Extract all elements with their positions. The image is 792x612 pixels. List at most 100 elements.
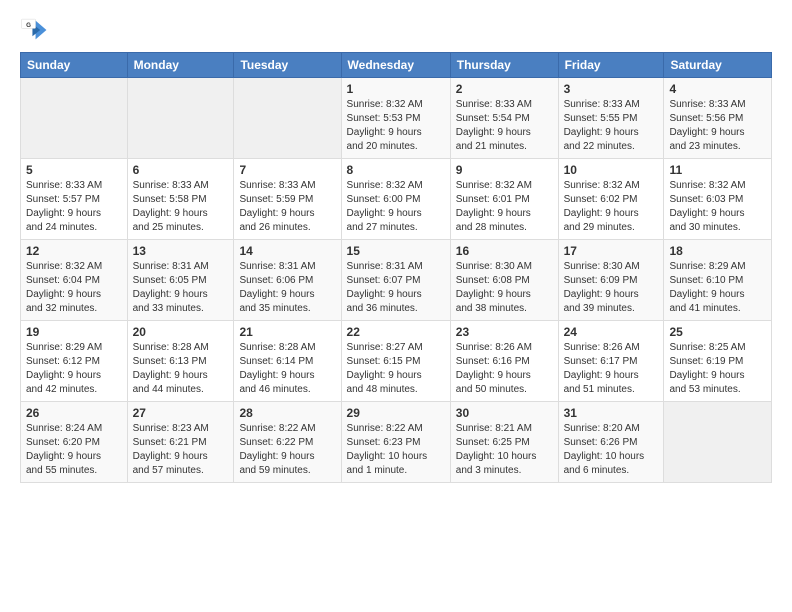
day-number: 21 bbox=[239, 325, 335, 339]
calendar-cell: 14Sunrise: 8:31 AM Sunset: 6:06 PM Dayli… bbox=[234, 240, 341, 321]
day-info: Sunrise: 8:26 AM Sunset: 6:17 PM Dayligh… bbox=[564, 341, 659, 397]
day-number: 27 bbox=[133, 406, 229, 420]
day-number: 5 bbox=[26, 163, 122, 177]
calendar-cell: 11 Sunrise: 8:32 AM Sunset: 6:03 PM Dayli… bbox=[664, 159, 772, 240]
calendar-cell bbox=[21, 78, 128, 159]
day-info: Sunrise: 8:23 AM Sunset: 6:21 PM Dayligh… bbox=[133, 422, 229, 478]
calendar-cell: 15 Sunrise: 8:31 AM Sunset: 6:07 PM Dayli… bbox=[341, 240, 450, 321]
calendar-week-row: 26 Sunrise: 8:24 AM Sunset: 6:20 PM Dayli… bbox=[21, 402, 772, 483]
weekday-header-monday: Monday bbox=[127, 53, 234, 78]
calendar-cell bbox=[234, 78, 341, 159]
weekday-header-tuesday: Tuesday bbox=[234, 53, 341, 78]
calendar-cell: 5 Sunrise: 8:33 AM Sunset: 5:57 PM Daylig… bbox=[21, 159, 128, 240]
day-number: 12 bbox=[26, 244, 122, 258]
calendar-cell: 29 Sunrise: 8:22 AM Sunset: 6:23 PM Dayli… bbox=[341, 402, 450, 483]
weekday-header-sunday: Sunday bbox=[21, 53, 128, 78]
day-info: Sunrise: 8:29 AM Sunset: 6:10 PM Dayligh… bbox=[669, 260, 766, 316]
day-info: Sunrise: 8:33 AM Sunset: 5:57 PM Dayligh… bbox=[26, 179, 122, 235]
day-number: 8 bbox=[347, 163, 445, 177]
day-info: Sunrise: 8:20 AM Sunset: 6:26 PM Dayligh… bbox=[564, 422, 659, 478]
calendar-cell: 1 Sunrise: 8:32 AM Sunset: 5:53 PM Daylig… bbox=[341, 78, 450, 159]
day-info: Sunrise: 8:22 AM Sunset: 6:23 PM Dayligh… bbox=[347, 422, 445, 478]
calendar-cell: 31 Sunrise: 8:20 AM Sunset: 6:26 PM Dayli… bbox=[558, 402, 664, 483]
calendar-cell: 24 Sunrise: 8:26 AM Sunset: 6:17 PM Dayli… bbox=[558, 321, 664, 402]
weekday-header-wednesday: Wednesday bbox=[341, 53, 450, 78]
day-number: 14 bbox=[239, 244, 335, 258]
weekday-header-row: SundayMondayTuesdayWednesdayThursdayFrid… bbox=[21, 53, 772, 78]
day-number: 15 bbox=[347, 244, 445, 258]
day-info: Sunrise: 8:28 AM Sunset: 6:14 PM Dayligh… bbox=[239, 341, 335, 397]
day-number: 28 bbox=[239, 406, 335, 420]
calendar-cell: 8 Sunrise: 8:32 AM Sunset: 6:00 PM Daylig… bbox=[341, 159, 450, 240]
day-info: Sunrise: 8:31 AM Sunset: 6:05 PM Dayligh… bbox=[133, 260, 229, 316]
day-number: 31 bbox=[564, 406, 659, 420]
calendar-week-row: 19 Sunrise: 8:29 AM Sunset: 6:12 PM Dayli… bbox=[21, 321, 772, 402]
calendar-cell: 23 Sunrise: 8:26 AM Sunset: 6:16 PM Dayli… bbox=[450, 321, 558, 402]
calendar-table: SundayMondayTuesdayWednesdayThursdayFrid… bbox=[20, 52, 772, 483]
calendar-cell: 20Sunrise: 8:28 AM Sunset: 6:13 PM Dayli… bbox=[127, 321, 234, 402]
day-number: 6 bbox=[133, 163, 229, 177]
day-info: Sunrise: 8:27 AM Sunset: 6:15 PM Dayligh… bbox=[347, 341, 445, 397]
day-info: Sunrise: 8:33 AM Sunset: 5:58 PM Dayligh… bbox=[133, 179, 229, 235]
page: G SundayMondayTuesdayWednesdayThursdayFr… bbox=[0, 0, 792, 612]
day-info: Sunrise: 8:29 AM Sunset: 6:12 PM Dayligh… bbox=[26, 341, 122, 397]
calendar-cell bbox=[127, 78, 234, 159]
calendar-cell: 27 Sunrise: 8:23 AM Sunset: 6:21 PM Dayli… bbox=[127, 402, 234, 483]
day-info: Sunrise: 8:33 AM Sunset: 5:59 PM Dayligh… bbox=[239, 179, 335, 235]
svg-text:G: G bbox=[26, 22, 31, 29]
calendar-cell: 30Sunrise: 8:21 AM Sunset: 6:25 PM Dayli… bbox=[450, 402, 558, 483]
day-info: Sunrise: 8:31 AM Sunset: 6:07 PM Dayligh… bbox=[347, 260, 445, 316]
day-info: Sunrise: 8:32 AM Sunset: 5:53 PM Dayligh… bbox=[347, 98, 445, 154]
calendar-cell: 10Sunrise: 8:32 AM Sunset: 6:02 PM Dayli… bbox=[558, 159, 664, 240]
weekday-header-saturday: Saturday bbox=[664, 53, 772, 78]
day-info: Sunrise: 8:32 AM Sunset: 6:00 PM Dayligh… bbox=[347, 179, 445, 235]
calendar-cell: 19 Sunrise: 8:29 AM Sunset: 6:12 PM Dayli… bbox=[21, 321, 128, 402]
calendar-week-row: 1 Sunrise: 8:32 AM Sunset: 5:53 PM Daylig… bbox=[21, 78, 772, 159]
day-number: 29 bbox=[347, 406, 445, 420]
weekday-header-friday: Friday bbox=[558, 53, 664, 78]
day-info: Sunrise: 8:32 AM Sunset: 6:04 PM Dayligh… bbox=[26, 260, 122, 316]
day-number: 17 bbox=[564, 244, 659, 258]
calendar-week-row: 5 Sunrise: 8:33 AM Sunset: 5:57 PM Daylig… bbox=[21, 159, 772, 240]
calendar-cell: 17 Sunrise: 8:30 AM Sunset: 6:09 PM Dayli… bbox=[558, 240, 664, 321]
calendar-cell: 6 Sunrise: 8:33 AM Sunset: 5:58 PM Daylig… bbox=[127, 159, 234, 240]
calendar-cell: 25 Sunrise: 8:25 AM Sunset: 6:19 PM Dayli… bbox=[664, 321, 772, 402]
day-number: 13 bbox=[133, 244, 229, 258]
day-number: 9 bbox=[456, 163, 553, 177]
calendar-cell bbox=[664, 402, 772, 483]
day-info: Sunrise: 8:26 AM Sunset: 6:16 PM Dayligh… bbox=[456, 341, 553, 397]
day-info: Sunrise: 8:24 AM Sunset: 6:20 PM Dayligh… bbox=[26, 422, 122, 478]
calendar-cell: 26 Sunrise: 8:24 AM Sunset: 6:20 PM Dayli… bbox=[21, 402, 128, 483]
day-number: 3 bbox=[564, 82, 659, 96]
header: G bbox=[20, 16, 772, 44]
calendar-cell: 12 Sunrise: 8:32 AM Sunset: 6:04 PM Dayli… bbox=[21, 240, 128, 321]
calendar-cell: 18 Sunrise: 8:29 AM Sunset: 6:10 PM Dayli… bbox=[664, 240, 772, 321]
day-info: Sunrise: 8:32 AM Sunset: 6:01 PM Dayligh… bbox=[456, 179, 553, 235]
day-number: 1 bbox=[347, 82, 445, 96]
day-number: 2 bbox=[456, 82, 553, 96]
calendar-cell: 22 Sunrise: 8:27 AM Sunset: 6:15 PM Dayli… bbox=[341, 321, 450, 402]
logo-icon: G bbox=[20, 16, 48, 44]
calendar-cell: 9 Sunrise: 8:32 AM Sunset: 6:01 PM Daylig… bbox=[450, 159, 558, 240]
logo: G bbox=[20, 16, 52, 44]
day-number: 23 bbox=[456, 325, 553, 339]
day-info: Sunrise: 8:33 AM Sunset: 5:56 PM Dayligh… bbox=[669, 98, 766, 154]
day-number: 7 bbox=[239, 163, 335, 177]
day-number: 26 bbox=[26, 406, 122, 420]
day-number: 22 bbox=[347, 325, 445, 339]
day-info: Sunrise: 8:30 AM Sunset: 6:09 PM Dayligh… bbox=[564, 260, 659, 316]
day-info: Sunrise: 8:30 AM Sunset: 6:08 PM Dayligh… bbox=[456, 260, 553, 316]
day-info: Sunrise: 8:22 AM Sunset: 6:22 PM Dayligh… bbox=[239, 422, 335, 478]
day-number: 19 bbox=[26, 325, 122, 339]
day-number: 24 bbox=[564, 325, 659, 339]
calendar-cell: 3Sunrise: 8:33 AM Sunset: 5:55 PM Daylig… bbox=[558, 78, 664, 159]
day-number: 11 bbox=[669, 163, 766, 177]
day-number: 25 bbox=[669, 325, 766, 339]
day-info: Sunrise: 8:32 AM Sunset: 6:02 PM Dayligh… bbox=[564, 179, 659, 235]
calendar-cell: 2Sunrise: 8:33 AM Sunset: 5:54 PM Daylig… bbox=[450, 78, 558, 159]
day-info: Sunrise: 8:32 AM Sunset: 6:03 PM Dayligh… bbox=[669, 179, 766, 235]
day-info: Sunrise: 8:28 AM Sunset: 6:13 PM Dayligh… bbox=[133, 341, 229, 397]
day-number: 18 bbox=[669, 244, 766, 258]
day-info: Sunrise: 8:25 AM Sunset: 6:19 PM Dayligh… bbox=[669, 341, 766, 397]
day-number: 16 bbox=[456, 244, 553, 258]
